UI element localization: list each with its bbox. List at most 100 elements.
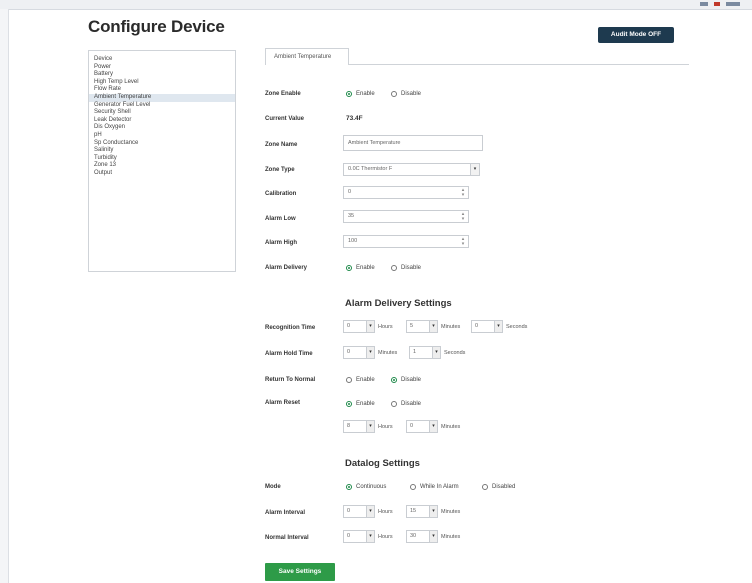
sidebar-item-output[interactable]: Output bbox=[89, 170, 235, 178]
alarm-delivery-radio-enable[interactable] bbox=[346, 265, 352, 271]
hold-minutes-select[interactable]: 0 ▾ bbox=[343, 346, 375, 359]
alarm-delivery-radio-disable[interactable] bbox=[391, 265, 397, 271]
sidebar-item-turbidity[interactable]: Turbidity bbox=[89, 155, 235, 163]
alarm-delivery-disable-text: Disable bbox=[401, 265, 422, 271]
reset-minutes-value: 0 bbox=[410, 423, 414, 429]
chevron-down-icon: ▾ bbox=[429, 531, 437, 542]
sidebar: Device Power Battery High Temp Level Flo… bbox=[88, 50, 236, 272]
chevron-down-icon: ▾ bbox=[429, 421, 437, 432]
reset-hours-value: 8 bbox=[347, 423, 351, 429]
sidebar-item-high-temp-level[interactable]: High Temp Level bbox=[89, 79, 235, 87]
calibration-input[interactable]: 0 bbox=[343, 186, 469, 199]
chevron-down-icon: ▾ bbox=[366, 531, 374, 542]
alarm-delivery-settings-title: Alarm Delivery Settings bbox=[345, 298, 452, 309]
zone-enable-disable-text: Disable bbox=[401, 91, 422, 97]
datalog-settings-title: Datalog Settings bbox=[345, 458, 420, 469]
normal-interval-label: Normal Interval bbox=[265, 535, 309, 541]
left-edge-strip bbox=[0, 9, 9, 583]
alarm-interval-hours-unit: Hours bbox=[378, 509, 393, 515]
recognition-time-label: Recognition Time bbox=[265, 325, 316, 331]
alarm-interval-label: Alarm Interval bbox=[265, 510, 306, 516]
alarm-interval-minutes-select[interactable]: 15 ▾ bbox=[406, 505, 438, 518]
sidebar-item-sp-conductance[interactable]: Sp Conductance bbox=[89, 140, 235, 148]
tab-ambient-temperature[interactable]: Ambient Temperature bbox=[265, 48, 349, 65]
hold-minutes-unit: Minutes bbox=[378, 350, 398, 356]
zone-enable-radio-disable[interactable] bbox=[391, 91, 397, 97]
recognition-minutes-value: 5 bbox=[410, 323, 414, 329]
chevron-down-icon: ▾ bbox=[494, 321, 502, 332]
alarm-reset-enable-text: Enable bbox=[356, 401, 375, 407]
alarm-high-input[interactable]: 100 bbox=[343, 235, 469, 248]
calibration-label: Calibration bbox=[265, 191, 297, 197]
sidebar-item-battery[interactable]: Battery bbox=[89, 71, 235, 79]
sidebar-item-salinity[interactable]: Salinity bbox=[89, 147, 235, 155]
sidebar-item-zone-13[interactable]: Zone 13 bbox=[89, 162, 235, 170]
alarm-delivery-enable-text: Enable bbox=[356, 265, 375, 271]
reset-minutes-select[interactable]: 0 ▾ bbox=[406, 420, 438, 433]
alarm-hold-time-label: Alarm Hold Time bbox=[265, 351, 313, 357]
chevron-down-icon: ▾ bbox=[366, 421, 374, 432]
alarm-low-input[interactable]: 35 bbox=[343, 210, 469, 223]
recognition-hours-select[interactable]: 0 ▾ bbox=[343, 320, 375, 333]
return-to-normal-label: Return To Normal bbox=[265, 377, 316, 383]
alarm-interval-hours-select[interactable]: 0 ▾ bbox=[343, 505, 375, 518]
alarm-delivery-label: Alarm Delivery bbox=[265, 265, 308, 271]
audit-mode-button[interactable]: Audit Mode OFF bbox=[598, 27, 674, 43]
recognition-minutes-unit: Minutes bbox=[441, 324, 461, 330]
normal-interval-minutes-unit: Minutes bbox=[441, 534, 461, 540]
recognition-hours-value: 0 bbox=[347, 323, 351, 329]
recognition-seconds-select[interactable]: 0 ▾ bbox=[471, 320, 503, 333]
browser-top-bar bbox=[0, 0, 752, 10]
chevron-down-icon: ▾ bbox=[470, 164, 479, 175]
mode-radio-continuous[interactable] bbox=[346, 484, 352, 490]
mode-label: Mode bbox=[265, 484, 281, 490]
zone-enable-label: Zone Enable bbox=[265, 91, 301, 97]
mode-disabled-text: Disabled bbox=[492, 484, 516, 490]
sidebar-item-generator-fuel-level[interactable]: Generator Fuel Level bbox=[89, 102, 235, 110]
return-to-normal-radio-disable[interactable] bbox=[391, 377, 397, 383]
save-settings-button[interactable]: Save Settings bbox=[265, 563, 335, 581]
alarm-interval-minutes-value: 15 bbox=[410, 508, 417, 514]
recognition-minutes-select[interactable]: 5 ▾ bbox=[406, 320, 438, 333]
current-value-label: Current Value bbox=[265, 116, 305, 122]
mode-radio-disabled[interactable] bbox=[482, 484, 488, 490]
normal-interval-hours-value: 0 bbox=[347, 533, 351, 539]
zone-enable-radio-enable[interactable] bbox=[346, 91, 352, 97]
chevron-down-icon: ▾ bbox=[366, 506, 374, 517]
hold-seconds-select[interactable]: 1 ▾ bbox=[409, 346, 441, 359]
zone-type-value: 0.0C Thermistor F bbox=[348, 166, 393, 172]
sidebar-item-power[interactable]: Power bbox=[89, 64, 235, 72]
recognition-seconds-value: 0 bbox=[475, 323, 479, 329]
return-to-normal-disable-text: Disable bbox=[401, 377, 422, 383]
reset-hours-select[interactable]: 8 ▾ bbox=[343, 420, 375, 433]
sidebar-item-flow-rate[interactable]: Flow Rate bbox=[89, 86, 235, 94]
hold-minutes-value: 0 bbox=[347, 349, 351, 355]
alarm-reset-radio-disable[interactable] bbox=[391, 401, 397, 407]
chevron-down-icon: ▾ bbox=[429, 321, 437, 332]
mode-radio-while-in-alarm[interactable] bbox=[410, 484, 416, 490]
alarm-reset-radio-enable[interactable] bbox=[346, 401, 352, 407]
return-to-normal-radio-enable[interactable] bbox=[346, 377, 352, 383]
sidebar-item-dis-oxygen[interactable]: Dis Oxygen bbox=[89, 124, 235, 132]
zone-name-input[interactable]: Ambient Temperature bbox=[343, 135, 483, 151]
sidebar-item-ambient-temperature[interactable]: Ambient Temperature bbox=[89, 93, 235, 102]
hold-seconds-value: 1 bbox=[413, 349, 417, 355]
sidebar-item-ph[interactable]: pH bbox=[89, 132, 235, 140]
alarm-interval-minutes-unit: Minutes bbox=[441, 509, 461, 515]
chevron-down-icon: ▾ bbox=[366, 347, 374, 358]
sidebar-item-device[interactable]: Device bbox=[89, 56, 235, 64]
alarm-reset-disable-text: Disable bbox=[401, 401, 422, 407]
reset-hours-unit: Hours bbox=[378, 424, 393, 430]
page-title: Configure Device bbox=[88, 17, 225, 36]
normal-interval-hours-select[interactable]: 0 ▾ bbox=[343, 530, 375, 543]
normal-interval-minutes-select[interactable]: 30 ▾ bbox=[406, 530, 438, 543]
mode-while-in-alarm-text: While In Alarm bbox=[420, 484, 459, 490]
alarm-reset-label: Alarm Reset bbox=[265, 400, 301, 406]
alarm-low-label: Alarm Low bbox=[265, 216, 296, 222]
sidebar-item-security-shell[interactable]: Security Shell bbox=[89, 109, 235, 117]
mode-continuous-text: Continuous bbox=[356, 484, 387, 490]
chevron-down-icon: ▾ bbox=[432, 347, 440, 358]
zone-enable-enable-text: Enable bbox=[356, 91, 375, 97]
zone-type-select[interactable]: 0.0C Thermistor F ▾ bbox=[343, 163, 480, 176]
sidebar-item-leak-detector[interactable]: Leak Detector bbox=[89, 117, 235, 125]
